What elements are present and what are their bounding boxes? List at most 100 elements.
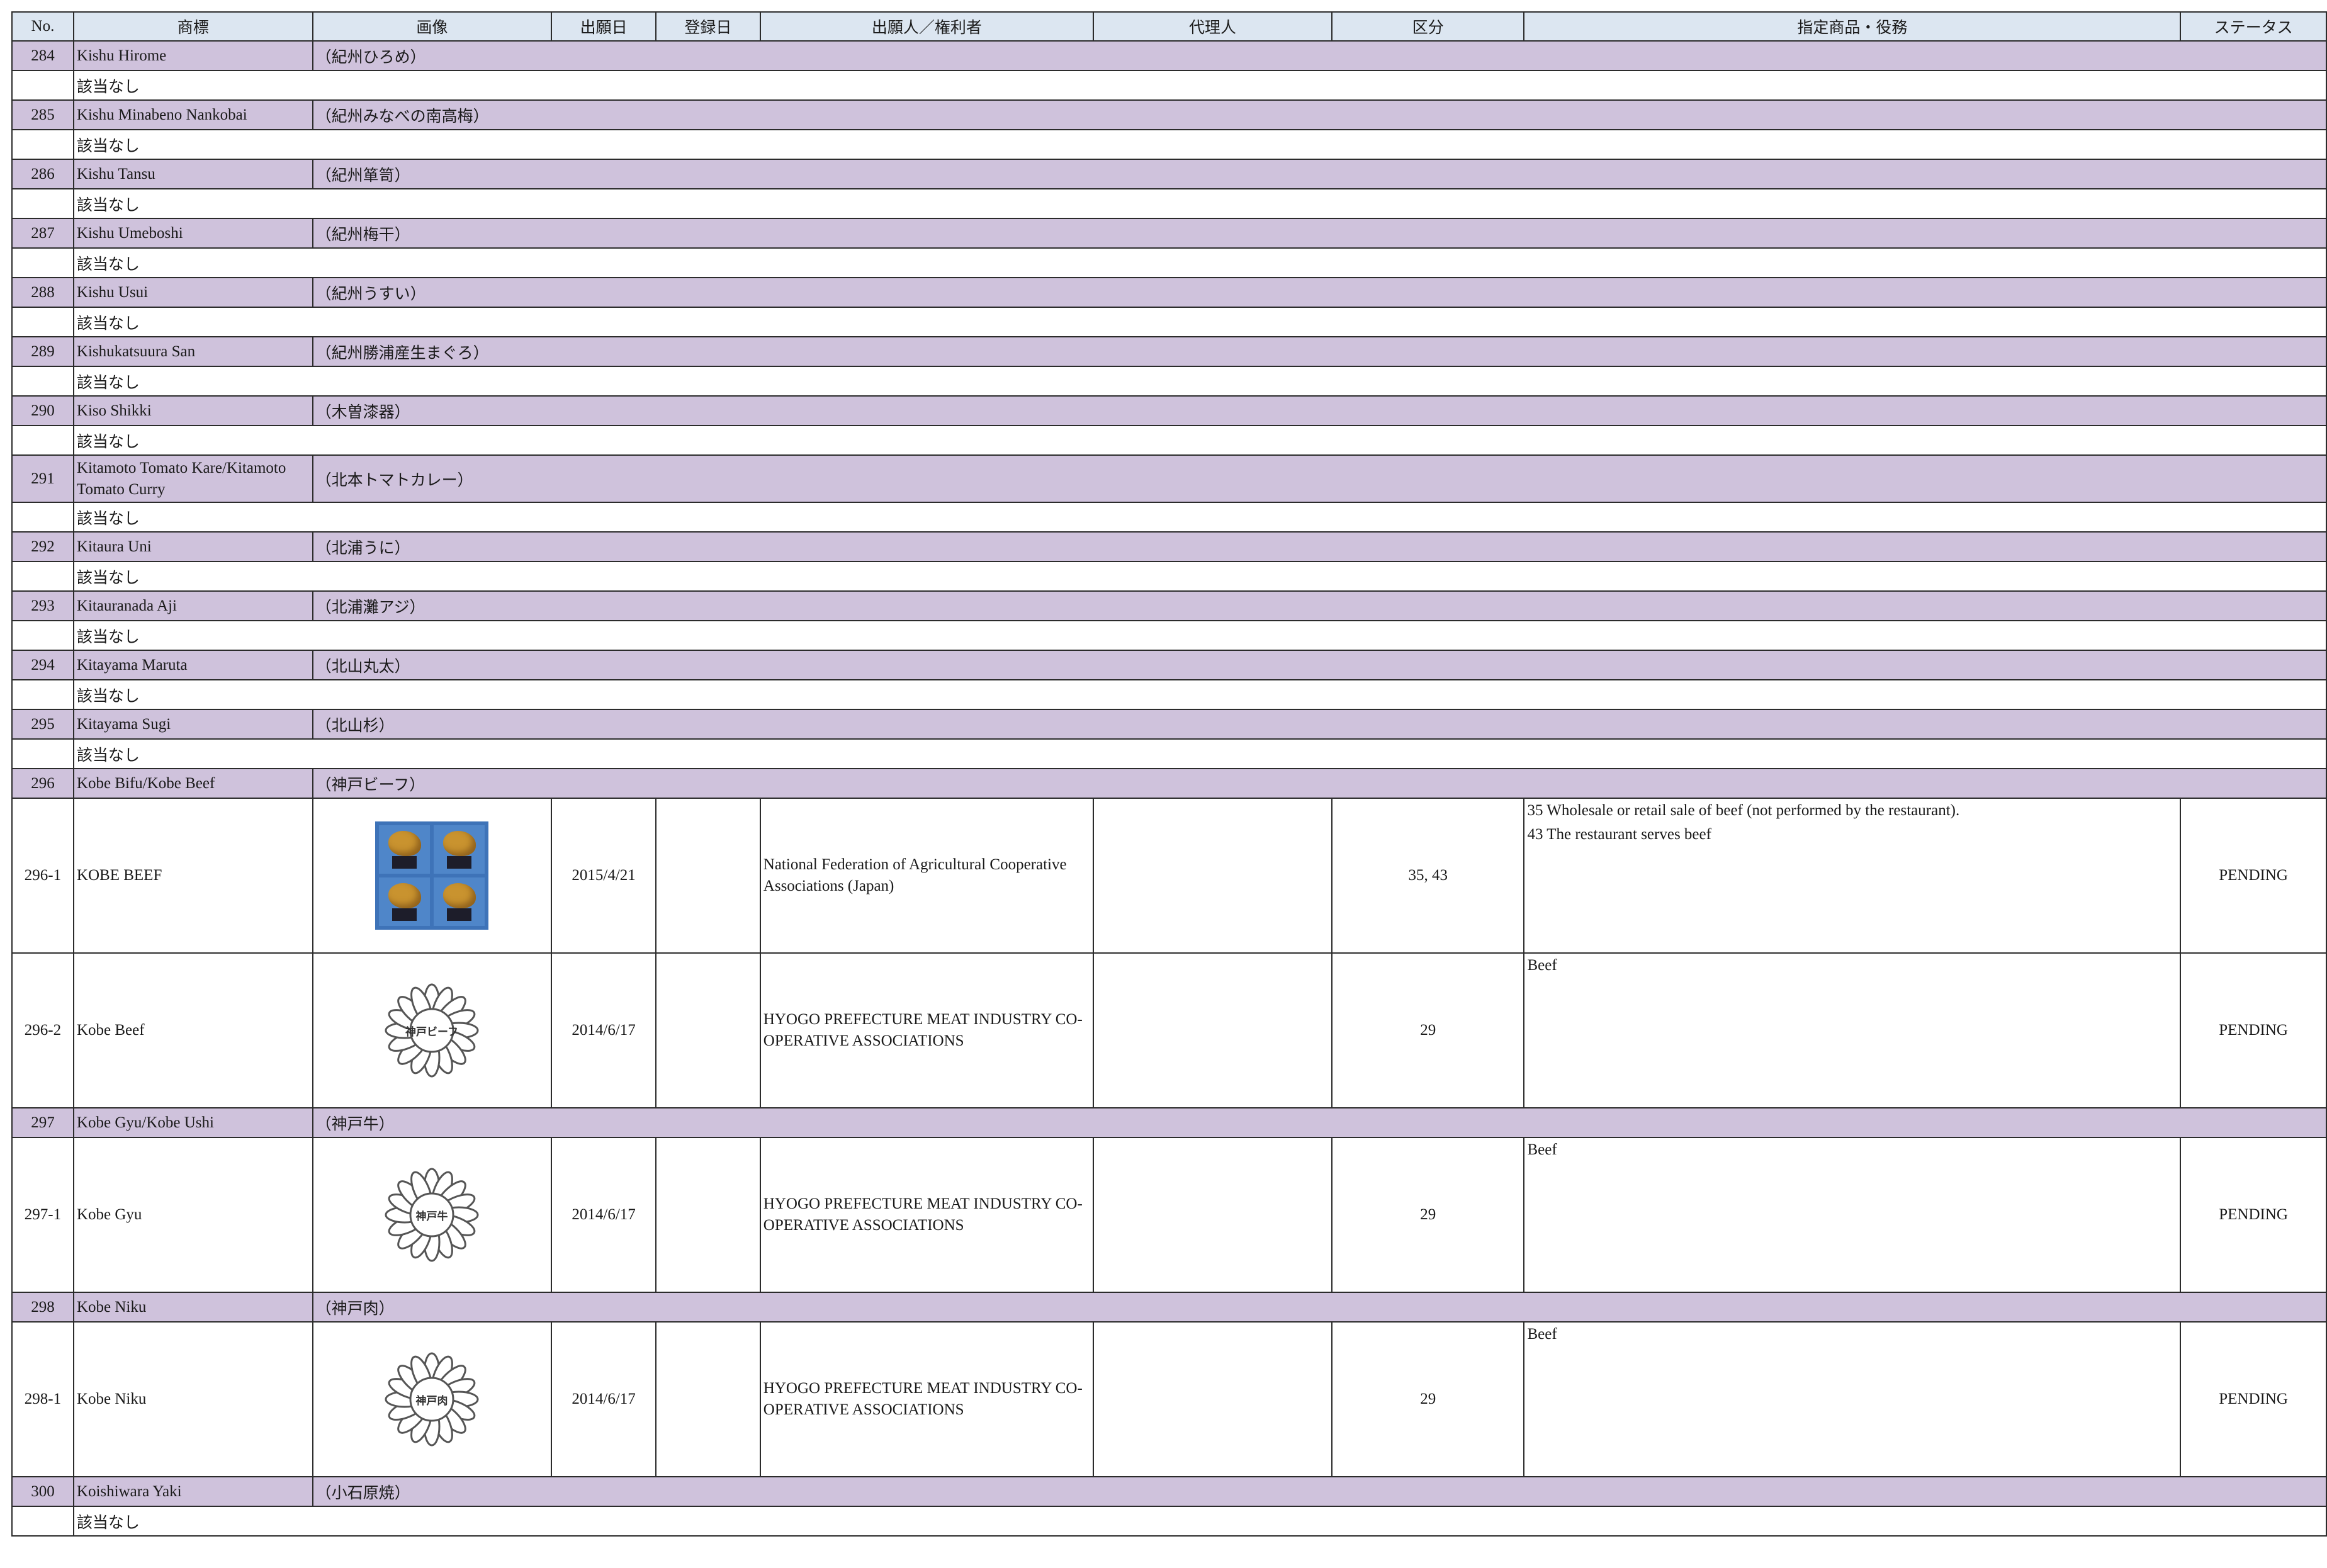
- trademark-name[interactable]: Kishu Tansu: [72, 159, 313, 189]
- trademark-image[interactable]: [312, 798, 553, 954]
- no-result-row: 該当なし: [11, 1506, 2327, 1537]
- trademark-japanese: （北山杉）: [312, 709, 2327, 740]
- row-number[interactable]: 296-1: [11, 798, 74, 954]
- col-header-class[interactable]: 区分: [1331, 11, 1525, 42]
- no-result-row: 該当なし: [11, 129, 2327, 160]
- group-row: 298 Kobe Niku （神戸肉）: [11, 1292, 2327, 1323]
- row-number[interactable]: 286: [11, 159, 74, 189]
- trademark-japanese: （紀州勝浦産生まぐろ）: [312, 336, 2327, 367]
- no-result-text: 該当なし: [72, 561, 2327, 592]
- status-text: PENDING: [2180, 798, 2327, 954]
- col-header-no[interactable]: No.: [11, 11, 74, 42]
- no-result-text: 該当なし: [72, 307, 2327, 337]
- trademark-name[interactable]: Kitamoto Tomato Kare/Kitamoto Tomato Cur…: [72, 454, 313, 503]
- row-number[interactable]: 297: [11, 1107, 74, 1138]
- row-number[interactable]: 290: [11, 395, 74, 426]
- row-number-empty: [11, 188, 74, 219]
- filing-date: 2014/6/17: [551, 1137, 656, 1293]
- trademark-name[interactable]: Kishu Umeboshi: [72, 218, 313, 249]
- col-header-trademark[interactable]: 商標: [72, 11, 313, 42]
- chrysanthemum-mark-icon: 神戸牛: [385, 1168, 479, 1262]
- mark-text: 神戸肉: [416, 1394, 448, 1407]
- trademark-name[interactable]: Kobe Bifu/Kobe Beef: [72, 768, 313, 799]
- applicant: HYOGO PREFECTURE MEAT INDUSTRY CO-OPERAT…: [759, 1321, 1094, 1477]
- trademark-table: No. 商標 画像 出願日 登録日 出願人／権利者 代理人 区分 指定商品・役務…: [11, 11, 2327, 1537]
- trademark-name[interactable]: KOBE BEEF: [72, 798, 313, 954]
- trademark-image[interactable]: 神戸ビーフ: [312, 952, 553, 1108]
- applicant: HYOGO PREFECTURE MEAT INDUSTRY CO-OPERAT…: [759, 952, 1094, 1108]
- col-header-image[interactable]: 画像: [312, 11, 553, 42]
- trademark-name[interactable]: Kobe Gyu: [72, 1137, 313, 1293]
- col-header-status[interactable]: ステータス: [2180, 11, 2327, 42]
- trademark-name[interactable]: Kishu Usui: [72, 277, 313, 308]
- row-number[interactable]: 298: [11, 1292, 74, 1323]
- row-number[interactable]: 296: [11, 768, 74, 799]
- table-row: 297-1 Kobe Gyu 神戸牛 2014/6/17 HYOGO PREFECTUR…: [11, 1137, 2327, 1293]
- no-result-row: 該当なし: [11, 561, 2327, 592]
- mark-text: 神戸ビーフ: [405, 1025, 458, 1039]
- row-number[interactable]: 300: [11, 1476, 74, 1507]
- status-text: PENDING: [2180, 952, 2327, 1108]
- trademark-name[interactable]: Kiso Shikki: [72, 395, 313, 426]
- col-header-agent[interactable]: 代理人: [1092, 11, 1333, 42]
- trademark-name[interactable]: Kobe Gyu/Kobe Ushi: [72, 1107, 313, 1138]
- col-header-registration-date[interactable]: 登録日: [655, 11, 761, 42]
- group-row: 284 Kishu Hirome （紀州ひろめ）: [11, 40, 2327, 71]
- col-header-filing-date[interactable]: 出願日: [551, 11, 656, 42]
- trademark-image[interactable]: 神戸肉: [312, 1321, 553, 1477]
- agent: [1092, 952, 1333, 1108]
- registration-date: [655, 1137, 761, 1293]
- trademark-name[interactable]: Kitauranada Aji: [72, 590, 313, 621]
- goods-line: Beef: [1527, 1141, 1557, 1158]
- row-number[interactable]: 285: [11, 99, 74, 130]
- registration-date: [655, 798, 761, 954]
- trademark-name[interactable]: Kobe Beef: [72, 952, 313, 1108]
- group-row: 288 Kishu Usui （紀州うすい）: [11, 277, 2327, 308]
- row-number-empty: [11, 247, 74, 278]
- trademark-japanese: （北山丸太）: [312, 650, 2327, 680]
- trademark-japanese: （北本トマトカレー）: [312, 454, 2327, 503]
- trademark-name[interactable]: Kishukatsuura San: [72, 336, 313, 367]
- no-result-text: 該当なし: [72, 1506, 2327, 1537]
- trademark-japanese: （木曽漆器）: [312, 395, 2327, 426]
- row-number[interactable]: 296-2: [11, 952, 74, 1108]
- no-result-row: 該当なし: [11, 502, 2327, 533]
- goods-line: Beef: [1527, 957, 1557, 974]
- col-header-goods-services[interactable]: 指定商品・役務: [1523, 11, 2182, 42]
- row-number[interactable]: 291: [11, 454, 74, 503]
- trademark-image[interactable]: 神戸牛: [312, 1137, 553, 1293]
- row-number[interactable]: 298-1: [11, 1321, 74, 1477]
- row-number[interactable]: 297-1: [11, 1137, 74, 1293]
- row-number[interactable]: 292: [11, 531, 74, 562]
- no-result-text: 該当なし: [72, 425, 2327, 456]
- row-number-empty: [11, 620, 74, 651]
- filing-date: 2014/6/17: [551, 1321, 656, 1477]
- row-number[interactable]: 287: [11, 218, 74, 249]
- row-number[interactable]: 295: [11, 709, 74, 740]
- row-number-empty: [11, 738, 74, 769]
- group-row: 295 Kitayama Sugi （北山杉）: [11, 709, 2327, 740]
- row-number[interactable]: 288: [11, 277, 74, 308]
- row-number[interactable]: 293: [11, 590, 74, 621]
- trademark-name[interactable]: Kitaura Uni: [72, 531, 313, 562]
- row-number[interactable]: 294: [11, 650, 74, 680]
- goods-services: Beef: [1523, 952, 2182, 1108]
- trademark-name[interactable]: Kobe Niku: [72, 1321, 313, 1477]
- goods-line: Beef: [1527, 1326, 1557, 1343]
- trademark-name[interactable]: Kobe Niku: [72, 1292, 313, 1323]
- trademark-name[interactable]: Kishu Minabeno Nankobai: [72, 99, 313, 130]
- trademark-name[interactable]: Kitayama Maruta: [72, 650, 313, 680]
- no-result-text: 該当なし: [72, 366, 2327, 397]
- row-number-empty: [11, 70, 74, 101]
- row-number-empty: [11, 502, 74, 533]
- trademark-name[interactable]: Kishu Hirome: [72, 40, 313, 71]
- col-header-applicant[interactable]: 出願人／権利者: [759, 11, 1094, 42]
- trademark-name[interactable]: Koishiwara Yaki: [72, 1476, 313, 1507]
- status-text: PENDING: [2180, 1137, 2327, 1293]
- row-number[interactable]: 289: [11, 336, 74, 367]
- row-number[interactable]: 284: [11, 40, 74, 71]
- table-row: 296-1 KOBE BEEF 2015/4/21 National Federati…: [11, 798, 2327, 954]
- no-result-text: 該当なし: [72, 70, 2327, 101]
- trademark-name[interactable]: Kitayama Sugi: [72, 709, 313, 740]
- class-numbers: 35, 43: [1331, 798, 1525, 954]
